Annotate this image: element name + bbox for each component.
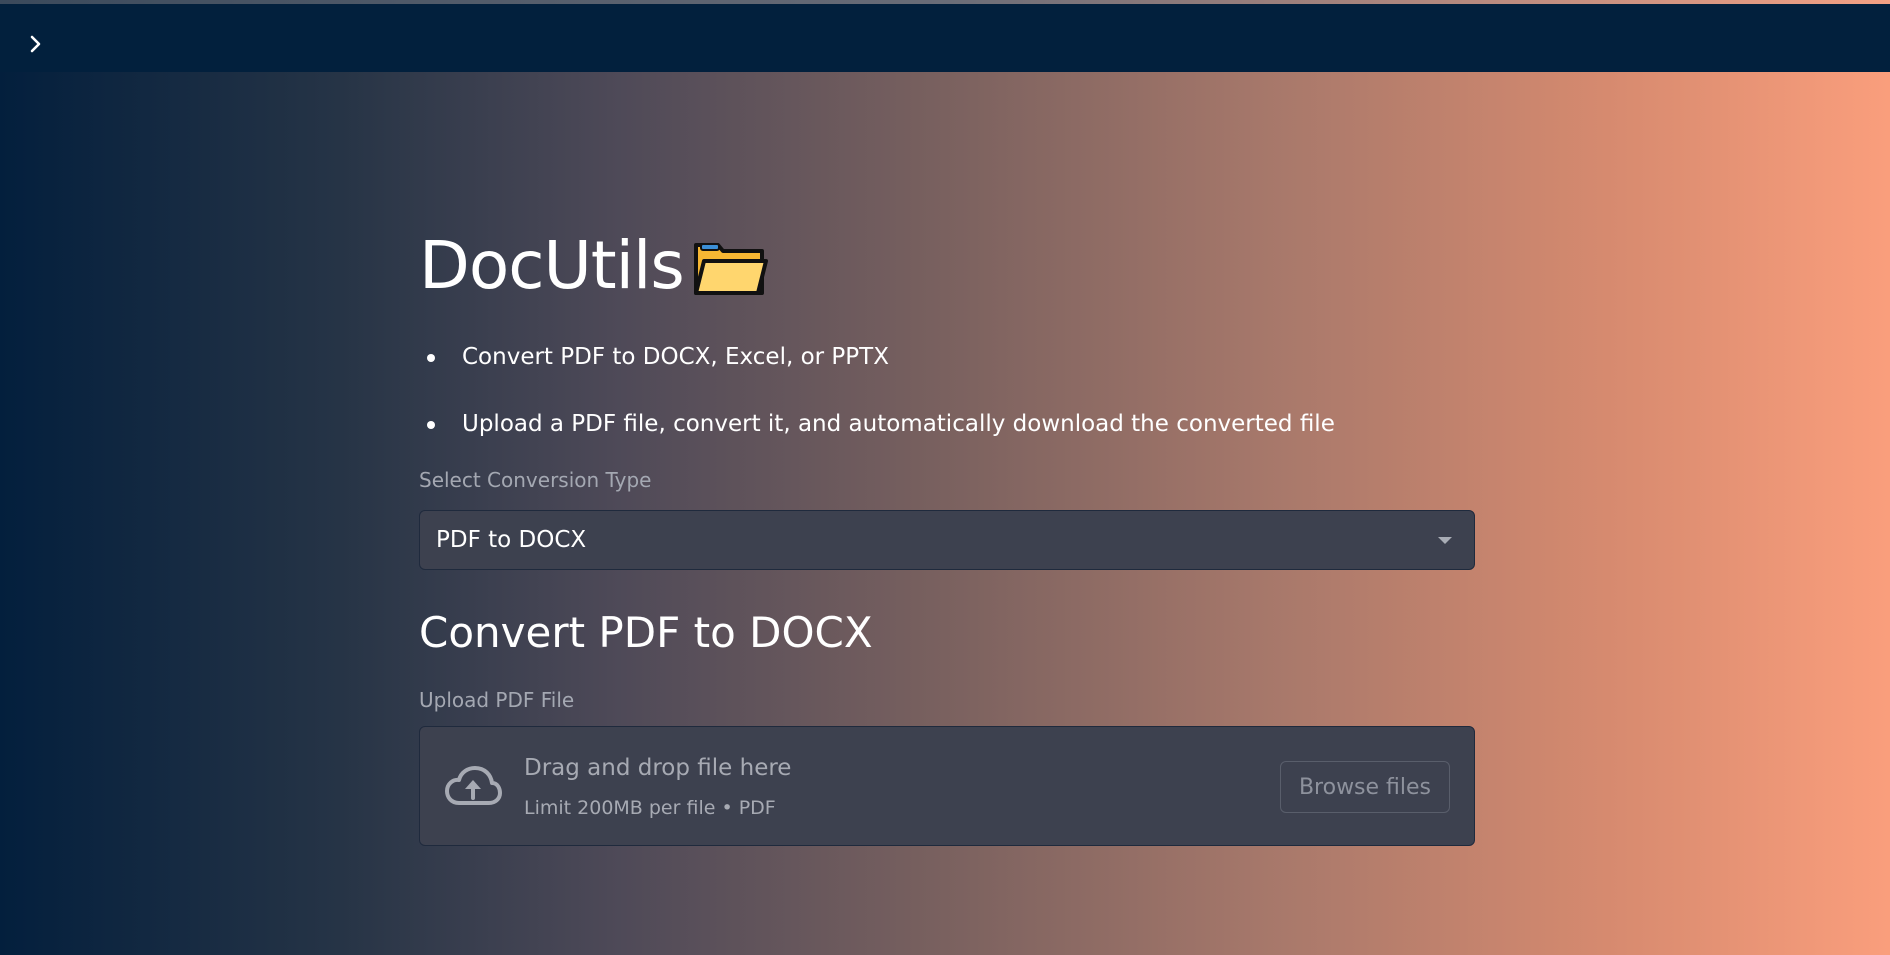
upload-label: Upload PDF File (419, 688, 575, 712)
title-row: DocUtils (419, 220, 1475, 310)
conversion-type-select[interactable]: PDF to DOCX (419, 510, 1475, 570)
browse-files-button[interactable]: Browse files (1280, 761, 1450, 813)
chevron-right-icon (30, 35, 41, 53)
caret-down-icon (1438, 536, 1452, 544)
cloud-upload-icon (445, 766, 502, 805)
feature-list: Convert PDF to DOCX, Excel, or PPTX Uplo… (419, 340, 1475, 441)
file-dropzone[interactable]: Drag and drop file here Limit 200MB per … (419, 726, 1475, 846)
folder-icon (693, 243, 768, 295)
app-header (0, 4, 1890, 72)
dropzone-limit: Limit 200MB per file • PDF (524, 797, 776, 819)
conversion-type-label: Select Conversion Type (419, 468, 652, 492)
list-item: Upload a PDF file, convert it, and autom… (419, 407, 1475, 441)
section-title: Convert PDF to DOCX (419, 608, 873, 657)
dropzone-instruction: Drag and drop file here (524, 755, 792, 781)
main-content: DocUtils Convert PDF to DOCX, Excel, or … (419, 220, 1475, 846)
list-item: Convert PDF to DOCX, Excel, or PPTX (419, 340, 1475, 374)
conversion-type-value: PDF to DOCX (436, 527, 587, 553)
page-title: DocUtils (419, 226, 685, 304)
sidebar-toggle-button[interactable] (22, 30, 50, 58)
